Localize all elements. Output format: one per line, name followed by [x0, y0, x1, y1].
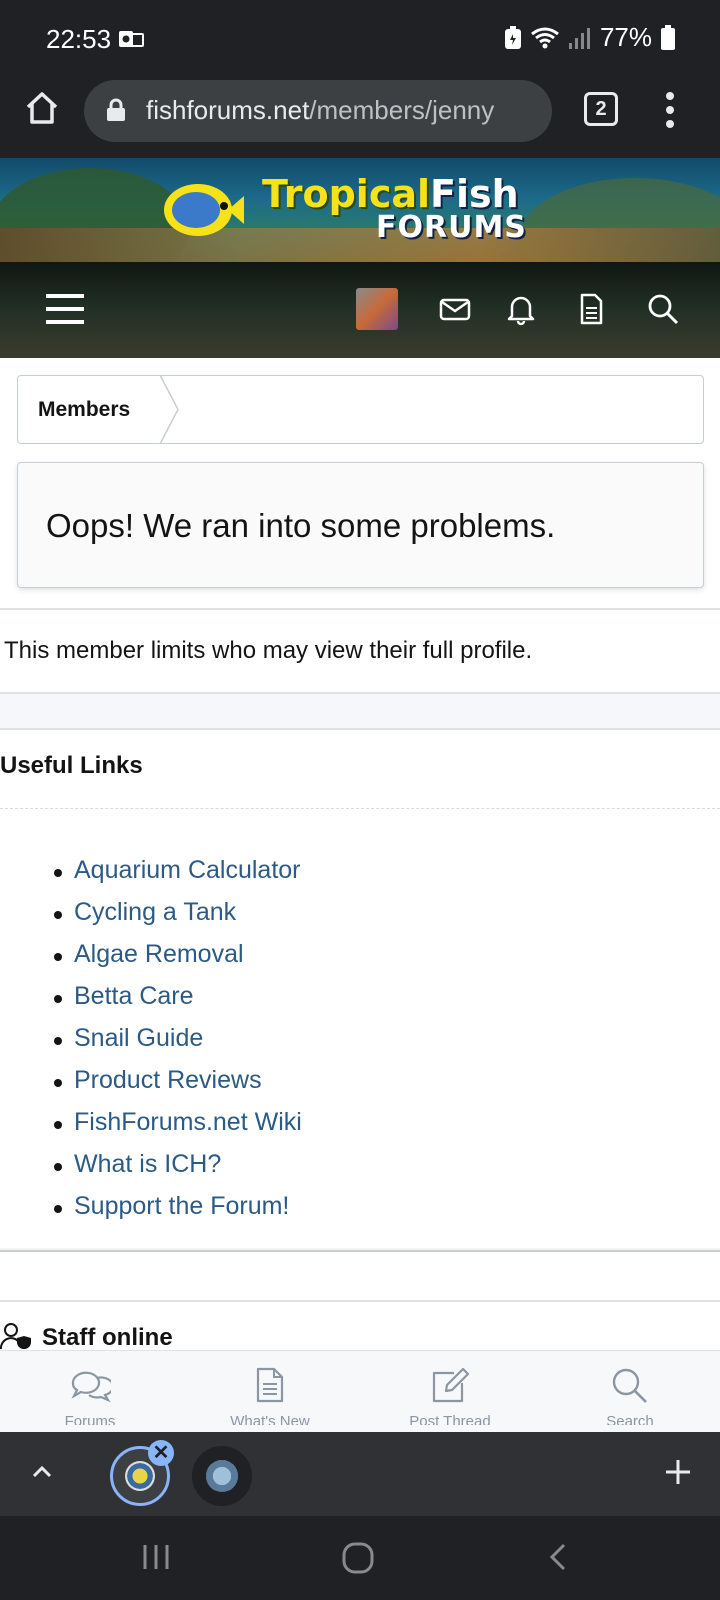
fish-logo-icon: [164, 184, 244, 236]
site-navbar: [0, 262, 720, 358]
useful-link[interactable]: FishForums.net Wiki: [54, 1108, 302, 1150]
breadcrumb-separator: [159, 375, 179, 444]
breadcrumb-item-members[interactable]: Members: [38, 398, 130, 422]
useful-link[interactable]: Algae Removal: [54, 940, 302, 982]
site-bottom-tabbar: Forums What's New Post Thread Search: [0, 1350, 720, 1432]
menu-icon[interactable]: [46, 292, 84, 326]
bell-icon[interactable]: [504, 292, 538, 326]
error-notice: Oops! We ran into some problems.: [17, 462, 704, 588]
status-bar: 22:53 77%: [0, 0, 720, 80]
outlook-notification-icon: [119, 31, 144, 47]
battery-percent: 77%: [599, 22, 652, 52]
extension-icon: [125, 1461, 155, 1491]
useful-link[interactable]: Cycling a Tank: [54, 898, 302, 940]
tab-forums[interactable]: Forums: [30, 1367, 150, 1425]
section-divider: [0, 694, 720, 730]
staff-online-title: Staff online: [42, 1324, 173, 1351]
mail-icon[interactable]: [438, 292, 472, 326]
document-icon: [256, 1367, 284, 1403]
profile-restriction-message: This member limits who may view their fu…: [4, 637, 533, 664]
useful-link[interactable]: Betta Care: [54, 982, 302, 1024]
chevron-up-icon[interactable]: [30, 1460, 54, 1484]
wifi-icon: [531, 27, 559, 48]
tab-label: Forums: [64, 1413, 116, 1425]
user-avatar[interactable]: [356, 288, 398, 330]
banner-reef: [0, 228, 720, 262]
useful-links-list: Aquarium Calculator Cycling a Tank Algae…: [54, 856, 302, 1234]
logo-word-forums: FORUMS: [376, 210, 527, 245]
useful-link[interactable]: Aquarium Calculator: [54, 856, 302, 898]
tab-label: What's New: [230, 1413, 310, 1425]
browser-toolbar: fishforums.net/members/jenny 2: [0, 80, 720, 158]
profile-restriction-block: This member limits who may view their fu…: [0, 608, 720, 694]
home-icon[interactable]: [24, 90, 60, 126]
recent-apps-icon[interactable]: [142, 1542, 170, 1572]
plus-icon[interactable]: [662, 1456, 694, 1488]
status-time: 22:53: [46, 24, 112, 54]
url-host: fishforums.net: [146, 95, 310, 125]
search-icon[interactable]: [646, 292, 680, 326]
back-icon[interactable]: [548, 1542, 568, 1572]
compose-icon: [432, 1367, 470, 1403]
breadcrumb: Members: [17, 375, 704, 444]
useful-link[interactable]: What is ICH?: [54, 1150, 302, 1192]
tab-label: Search: [606, 1413, 654, 1425]
system-navigation-bar: [0, 1516, 720, 1600]
signal-icon: [568, 27, 590, 49]
tab-whats-new[interactable]: What's New: [210, 1367, 330, 1425]
more-options-icon[interactable]: [660, 88, 680, 132]
home-nav-icon[interactable]: [342, 1542, 374, 1574]
useful-link[interactable]: Snail Guide: [54, 1024, 302, 1066]
browser-bottom-bar: ✕: [0, 1432, 720, 1516]
tab-post-thread[interactable]: Post Thread: [390, 1367, 510, 1425]
user-shield-icon: [0, 1323, 31, 1350]
useful-links-title: Useful Links: [0, 752, 143, 779]
address-bar[interactable]: fishforums.net/members/jenny: [84, 80, 552, 142]
search-icon: [612, 1368, 647, 1403]
document-icon[interactable]: [574, 292, 608, 326]
widget-bottom-border: [0, 1248, 720, 1252]
useful-link[interactable]: Product Reviews: [54, 1066, 302, 1108]
battery-saver-icon: [504, 25, 521, 49]
extension-icon: [206, 1460, 238, 1492]
tab-switcher-button[interactable]: 2: [584, 92, 618, 126]
chat-icon: [71, 1371, 111, 1403]
extension-button[interactable]: [192, 1446, 252, 1506]
site-banner[interactable]: TropicalFish FORUMS: [0, 158, 720, 262]
battery-icon: [661, 24, 675, 50]
error-title: Oops! We ran into some problems.: [46, 507, 556, 544]
lock-icon: [107, 98, 125, 121]
close-icon[interactable]: ✕: [148, 1440, 174, 1466]
useful-link[interactable]: Support the Forum!: [54, 1192, 302, 1234]
url-text[interactable]: fishforums.net/members/jenny: [146, 95, 542, 126]
tab-search[interactable]: Search: [570, 1367, 690, 1425]
dashed-divider: [0, 808, 720, 809]
url-path: /members/jenny: [309, 95, 495, 125]
tab-label: Post Thread: [409, 1413, 491, 1425]
